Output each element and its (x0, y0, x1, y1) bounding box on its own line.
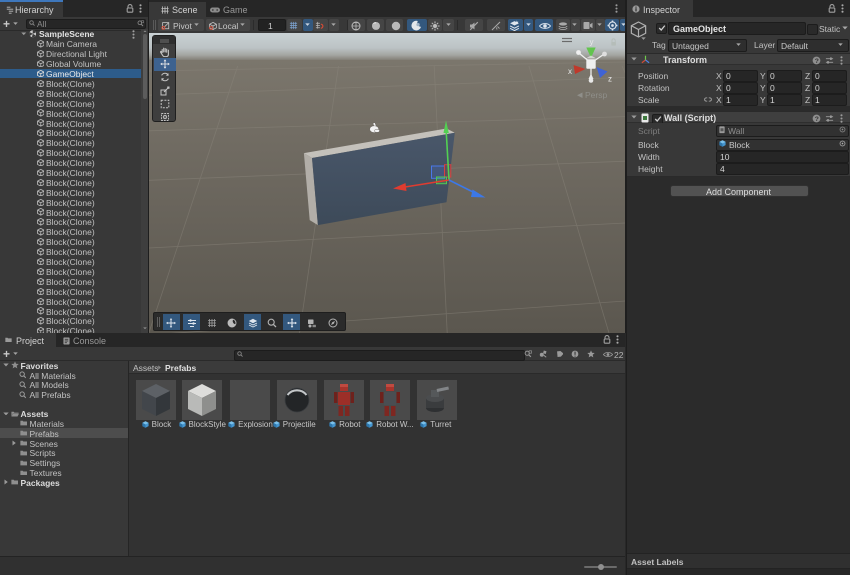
svg-text:?: ? (815, 57, 819, 64)
svg-text:x: x (568, 67, 572, 76)
svg-text:z: z (608, 75, 612, 84)
svg-text:?: ? (815, 115, 819, 122)
svg-text:Persp: Persp (585, 90, 607, 100)
svg-text:y: y (590, 38, 594, 47)
